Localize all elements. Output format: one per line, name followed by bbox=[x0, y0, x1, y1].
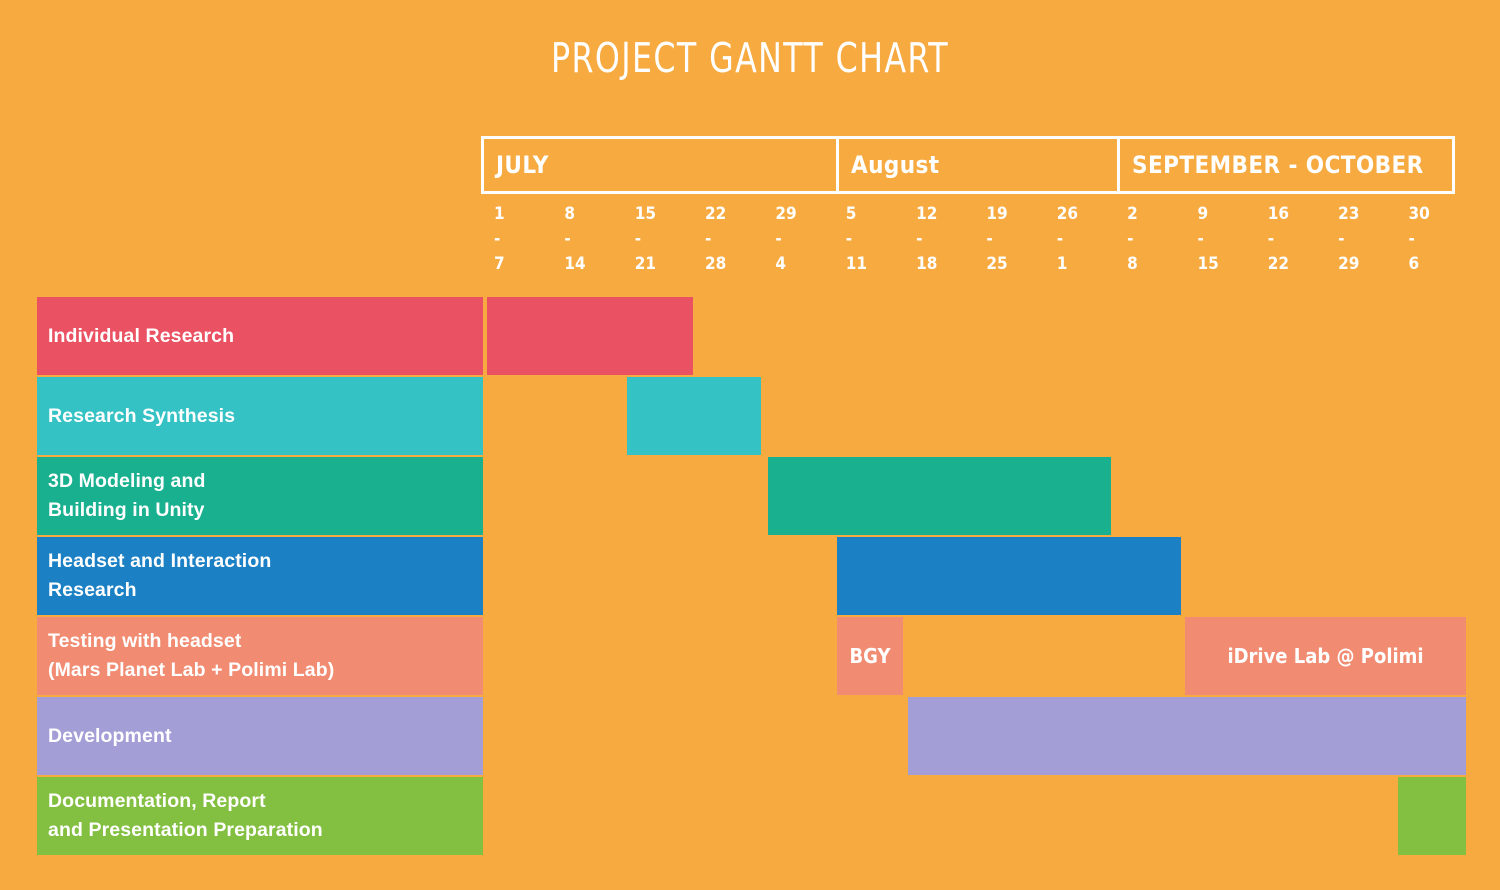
date-column: 12 - 18 bbox=[903, 202, 973, 278]
task-label-line2: Building in Unity bbox=[48, 499, 205, 521]
task-label-documentation-report[interactable]: Documentation, Report and Presentation P… bbox=[37, 777, 483, 855]
date-start: 2 bbox=[1127, 204, 1138, 224]
gantt-row: Headset and Interaction Research bbox=[0, 537, 1500, 615]
date-dash: - bbox=[916, 229, 923, 249]
task-label-development[interactable]: Development bbox=[37, 697, 483, 775]
task-bar[interactable] bbox=[627, 377, 761, 455]
task-label-line1: Development bbox=[48, 724, 172, 747]
date-column: 16 - 22 bbox=[1255, 202, 1325, 278]
month-cell-august: August bbox=[836, 139, 1117, 191]
task-label-line1: 3D Modeling and bbox=[48, 470, 206, 492]
date-end: 21 bbox=[634, 254, 656, 274]
month-header-bar: JULY August SEPTEMBER - OCTOBER bbox=[481, 136, 1455, 194]
date-end: 4 bbox=[775, 254, 787, 274]
date-dash: - bbox=[986, 229, 993, 249]
date-start: 12 bbox=[916, 204, 938, 224]
date-end: 15 bbox=[1197, 254, 1219, 274]
date-start: 15 bbox=[634, 204, 656, 224]
date-start: 5 bbox=[845, 204, 857, 224]
date-tick-row: 1 - 7 8 - 14 15 - 21 22 - 28 29 - 4 5 - … bbox=[481, 202, 1466, 278]
date-dash: - bbox=[1127, 229, 1134, 249]
date-end: 18 bbox=[916, 254, 938, 274]
page-title: PROJECT GANTT CHART bbox=[550, 34, 950, 82]
date-end: 25 bbox=[986, 254, 1008, 274]
task-label-line2: (Mars Planet Lab + Polimi Lab) bbox=[48, 659, 335, 681]
task-label-line1: Individual Research bbox=[48, 324, 235, 347]
date-end: 28 bbox=[705, 254, 727, 274]
task-label-3d-modeling-unity[interactable]: 3D Modeling and Building in Unity bbox=[37, 457, 483, 535]
task-bar-bgy[interactable]: BGY bbox=[837, 617, 903, 695]
date-column: 26 - 1 bbox=[1044, 202, 1114, 278]
date-start: 8 bbox=[564, 204, 575, 224]
task-label-research-synthesis[interactable]: Research Synthesis bbox=[37, 377, 483, 455]
date-column: 15 - 21 bbox=[622, 202, 692, 278]
date-start: 16 bbox=[1267, 204, 1290, 224]
month-cell-july: JULY bbox=[496, 151, 549, 179]
task-label-line2: and Presentation Preparation bbox=[48, 819, 323, 841]
task-bar[interactable] bbox=[768, 457, 1111, 535]
gantt-rows: Individual Research Research Synthesis 3… bbox=[0, 297, 1500, 857]
date-end: 14 bbox=[564, 254, 586, 274]
date-end: 7 bbox=[494, 254, 505, 274]
date-dash: - bbox=[1197, 229, 1204, 249]
task-label-individual-research[interactable]: Individual Research bbox=[37, 297, 483, 375]
month-cell-september-october: SEPTEMBER - OCTOBER bbox=[1117, 139, 1452, 191]
task-bar[interactable] bbox=[908, 697, 1466, 775]
date-start: 9 bbox=[1197, 204, 1209, 224]
date-end: 29 bbox=[1338, 254, 1360, 274]
date-dash: - bbox=[845, 229, 853, 249]
date-start: 29 bbox=[775, 204, 797, 224]
date-dash: - bbox=[775, 229, 782, 249]
gantt-row: Testing with headset (Mars Planet Lab + … bbox=[0, 617, 1500, 695]
task-bar[interactable] bbox=[487, 297, 693, 375]
gantt-row: Development bbox=[0, 697, 1500, 775]
date-end: 22 bbox=[1267, 254, 1290, 274]
date-column: 19 - 25 bbox=[973, 202, 1043, 278]
date-column: 22 - 28 bbox=[692, 202, 762, 278]
date-dash: - bbox=[634, 229, 642, 249]
task-label-line1: Documentation, Report bbox=[48, 790, 266, 812]
date-column: 29 - 4 bbox=[762, 202, 832, 278]
date-end: 6 bbox=[1408, 254, 1420, 274]
date-dash: - bbox=[1056, 229, 1064, 249]
date-column: 8 - 14 bbox=[551, 202, 621, 278]
date-column: 1 - 7 bbox=[481, 202, 551, 278]
task-bar-label: BGY bbox=[849, 644, 891, 668]
date-column: 5 - 11 bbox=[833, 202, 903, 278]
date-column: 9 - 15 bbox=[1184, 202, 1254, 278]
date-dash: - bbox=[494, 229, 501, 249]
date-start: 30 bbox=[1408, 204, 1430, 224]
date-dash: - bbox=[564, 229, 571, 249]
date-end: 11 bbox=[845, 254, 868, 274]
date-start: 19 bbox=[986, 204, 1008, 224]
gantt-row: 3D Modeling and Building in Unity bbox=[0, 457, 1500, 535]
date-end: 8 bbox=[1127, 254, 1138, 274]
task-label-headset-interaction-research[interactable]: Headset and Interaction Research bbox=[37, 537, 483, 615]
gantt-row: Documentation, Report and Presentation P… bbox=[0, 777, 1500, 855]
date-dash: - bbox=[705, 229, 712, 249]
date-dash: - bbox=[1267, 229, 1275, 249]
task-label-testing-with-headset[interactable]: Testing with headset (Mars Planet Lab + … bbox=[37, 617, 483, 695]
date-column: 23 - 29 bbox=[1325, 202, 1395, 278]
task-label-line2: Research bbox=[48, 579, 137, 601]
date-column: 30 - 6 bbox=[1395, 202, 1465, 278]
task-bar[interactable] bbox=[1398, 777, 1466, 855]
task-label-line1: Headset and Interaction bbox=[48, 550, 272, 572]
date-start: 1 bbox=[494, 204, 505, 224]
date-column: 2 - 8 bbox=[1114, 202, 1184, 278]
task-bar-idrive-lab[interactable]: iDrive Lab @ Polimi bbox=[1185, 617, 1466, 695]
date-dash: - bbox=[1338, 229, 1345, 249]
date-dash: - bbox=[1408, 229, 1415, 249]
task-label-line1: Testing with headset bbox=[48, 630, 242, 652]
date-end: 1 bbox=[1056, 254, 1068, 274]
date-start: 26 bbox=[1056, 204, 1079, 224]
date-start: 23 bbox=[1338, 204, 1360, 224]
gantt-row: Research Synthesis bbox=[0, 377, 1500, 455]
gantt-row: Individual Research bbox=[0, 297, 1500, 375]
date-start: 22 bbox=[705, 204, 727, 224]
task-bar-label: iDrive Lab @ Polimi bbox=[1227, 644, 1424, 668]
task-bar[interactable] bbox=[837, 537, 1181, 615]
task-label-line1: Research Synthesis bbox=[48, 404, 236, 427]
